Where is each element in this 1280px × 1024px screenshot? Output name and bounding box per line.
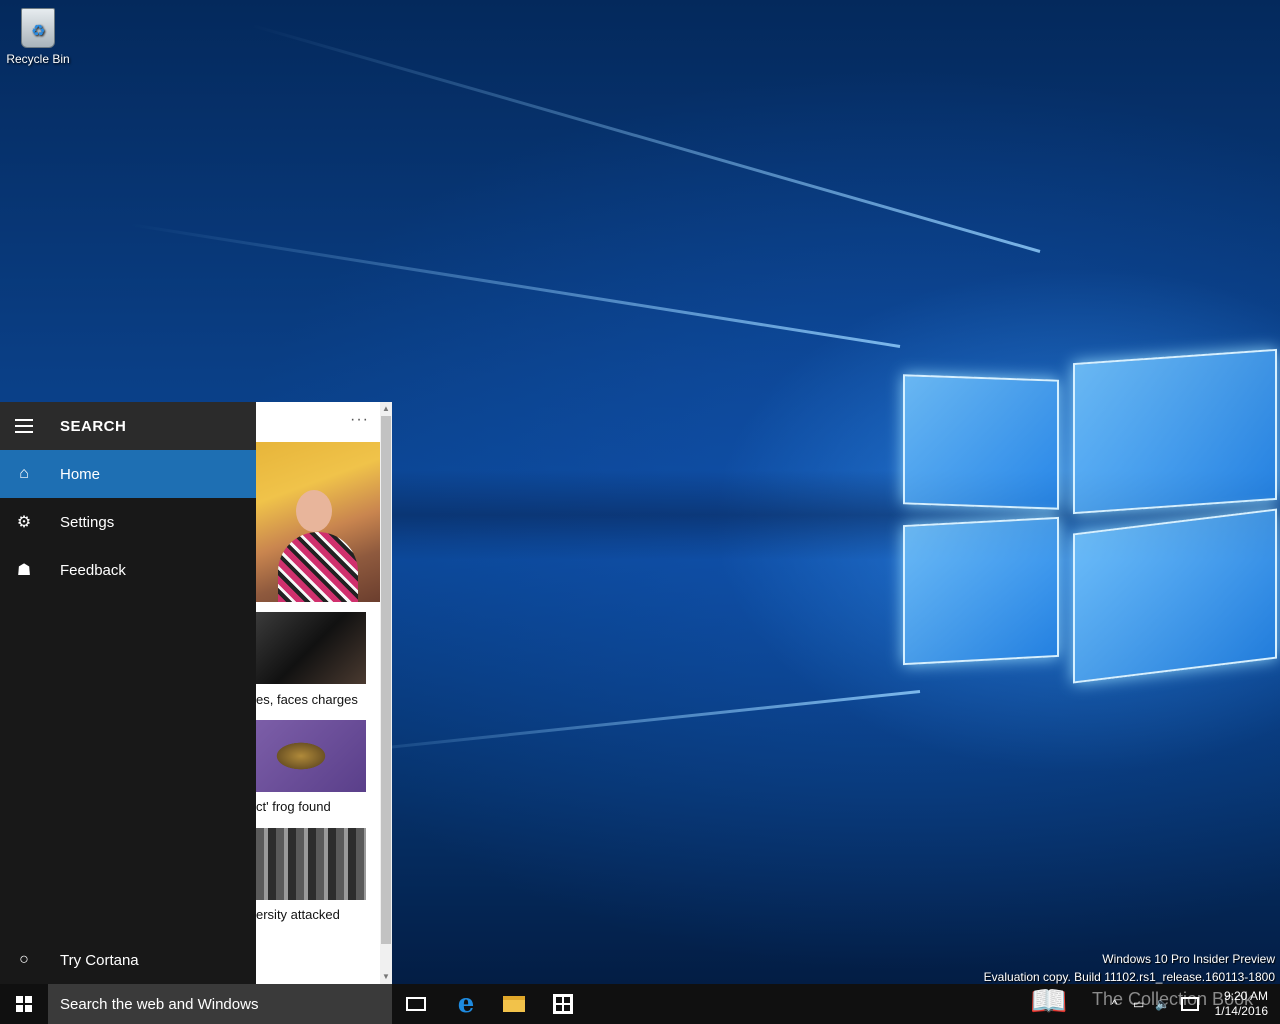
nav-item-settings-label: Settings xyxy=(60,513,115,531)
search-nav: SEARCH ⌂ Home ⚙ Settings ☗ Feedback ○ Tr… xyxy=(0,402,256,984)
news-caption[interactable]: es, faces charges xyxy=(256,692,358,707)
news-thumbnail[interactable] xyxy=(256,720,366,792)
try-cortana-button[interactable]: ○ Try Cortana xyxy=(0,936,139,984)
watermark-build: Evaluation copy. Build 11102.rs1_release… xyxy=(983,970,1275,984)
clock-time: 9:20 AM xyxy=(1223,989,1268,1003)
home-icon: ⌂ xyxy=(19,465,29,482)
nav-item-home-label: Home xyxy=(60,465,101,483)
watermark-edition: Windows 10 Pro Insider Preview xyxy=(1102,952,1275,966)
edge-button[interactable]: e xyxy=(442,984,490,1024)
try-cortana-label: Try Cortana xyxy=(60,951,139,969)
action-center-icon[interactable] xyxy=(1180,997,1199,1011)
scrollbar-thumb[interactable] xyxy=(381,416,391,944)
feedback-icon: ☗ xyxy=(16,562,32,579)
cortana-circle-icon: ○ xyxy=(19,951,29,968)
task-view-button[interactable] xyxy=(392,984,440,1024)
news-caption[interactable]: ct' frog found xyxy=(256,799,331,814)
wallpaper-logo-pane xyxy=(1073,348,1277,515)
volume-icon[interactable]: 🔈 xyxy=(1151,997,1175,1011)
more-options-icon[interactable]: ··· xyxy=(350,411,369,429)
news-hero-image[interactable] xyxy=(256,442,380,602)
clock-date: 1/14/2016 xyxy=(1214,1004,1268,1018)
recycle-bin-label: Recycle Bin xyxy=(6,52,70,66)
recycle-bin-icon: ♻ xyxy=(21,8,55,48)
wallpaper-beam xyxy=(129,222,901,348)
wallpaper-beam xyxy=(303,690,921,758)
taskbar: Search the web and Windows e 📖 The Colle… xyxy=(0,984,1280,1024)
store-icon xyxy=(553,994,573,1014)
nav-item-settings[interactable]: ⚙ Settings xyxy=(0,498,256,546)
wallpaper-logo-pane xyxy=(903,516,1059,666)
news-caption[interactable]: ersity attacked xyxy=(256,907,340,922)
search-title: SEARCH xyxy=(60,417,127,435)
search-panel: SEARCH ⌂ Home ⚙ Settings ☗ Feedback ○ Tr… xyxy=(0,402,392,984)
scroll-down-arrow-icon[interactable]: ▼ xyxy=(382,972,390,981)
system-tray: ^ ▭ 🔈 9:20 AM 1/14/2016 xyxy=(1103,984,1280,1024)
windows-logo-icon xyxy=(16,996,32,1012)
book-watermark-icon: 📖 xyxy=(1030,985,1068,1018)
news-feed-pane: ··· es, faces charges ct' frog found ers… xyxy=(256,402,392,984)
nav-item-feedback-label: Feedback xyxy=(60,561,126,579)
show-hidden-icons-icon[interactable]: ^ xyxy=(1103,997,1127,1011)
news-scrollbar[interactable]: ▲ ▼ xyxy=(380,402,392,984)
taskbar-clock[interactable]: 9:20 AM 1/14/2016 xyxy=(1215,989,1268,1019)
folder-icon xyxy=(503,996,525,1012)
hamburger-menu-icon[interactable] xyxy=(0,402,48,450)
wallpaper-beam xyxy=(251,24,1041,253)
wallpaper-logo-pane xyxy=(1073,508,1277,684)
gear-icon: ⚙ xyxy=(16,514,32,531)
scroll-up-arrow-icon[interactable]: ▲ xyxy=(382,404,390,413)
news-thumbnail[interactable] xyxy=(256,612,366,684)
task-view-icon xyxy=(406,997,426,1011)
start-button[interactable] xyxy=(0,984,48,1024)
file-explorer-button[interactable] xyxy=(490,984,538,1024)
network-icon[interactable]: ▭ xyxy=(1127,997,1151,1011)
nav-item-feedback[interactable]: ☗ Feedback xyxy=(0,546,256,594)
build-watermark: Windows 10 Pro Insider Preview Evaluatio… xyxy=(984,950,1275,984)
recycle-bin-shortcut[interactable]: ♻ Recycle Bin xyxy=(6,8,70,66)
store-button[interactable] xyxy=(539,984,587,1024)
edge-icon: e xyxy=(457,989,475,1019)
nav-item-home[interactable]: ⌂ Home xyxy=(0,450,256,498)
news-thumbnail[interactable] xyxy=(256,828,366,900)
wallpaper-logo-pane xyxy=(903,374,1059,510)
taskbar-search-box[interactable]: Search the web and Windows xyxy=(48,984,392,1024)
taskbar-search-placeholder: Search the web and Windows xyxy=(60,995,259,1013)
search-header: SEARCH xyxy=(0,402,256,450)
